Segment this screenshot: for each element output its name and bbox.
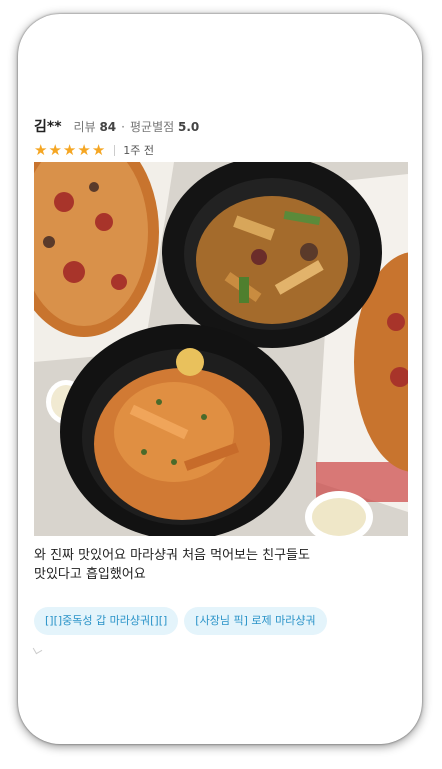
average-rating-value: 5.0 <box>177 120 200 134</box>
star-icon: ★ <box>34 140 48 159</box>
divider <box>114 144 116 156</box>
menu-tag-2[interactable]: [사장님 픽] 로제 마라샹궈 <box>184 607 327 635</box>
review-count: 리뷰 84 <box>74 118 117 135</box>
food-photo-illustration <box>34 162 408 536</box>
star-icon: ★ <box>62 140 77 159</box>
star-icon: ★ <box>48 140 62 159</box>
average-rating: 평균별점 5.0 <box>130 118 199 135</box>
star-icon: ★ <box>77 140 91 159</box>
star-rating: ★ ★ ★ ★ ★ <box>34 140 106 159</box>
average-rating-label: 평균별점 <box>129 120 175 134</box>
chevron-icon <box>32 644 43 655</box>
star-icon: ★ <box>91 140 106 159</box>
review-card: 김** 리뷰 84 · 평균별점 5.0 ★ ★ ★ ★ ★ 1주 전 와 진짜… <box>18 14 422 744</box>
review-count-value: 84 <box>99 120 117 134</box>
reviewer-name[interactable]: 김** <box>34 116 62 136</box>
menu-tags: [][]중독성 갑 마라샹궈[][] [사장님 픽] 로제 마라샹궈 <box>34 607 327 635</box>
review-header: 김** 리뷰 84 · 평균별점 5.0 ★ ★ ★ ★ ★ 1주 전 <box>34 116 406 158</box>
review-photo[interactable] <box>34 162 408 536</box>
review-text: 와 진짜 맛있어요 마라샹궈 처음 먹어보는 친구들도 맛있다고 흡입했어요 <box>34 548 310 582</box>
menu-tag-1[interactable]: [][]중독성 갑 마라샹궈[][] <box>34 607 179 635</box>
meta-separator-dot: · <box>121 120 125 134</box>
review-count-label: 리뷰 <box>73 120 96 134</box>
posted-time: 1주 전 <box>123 144 155 157</box>
